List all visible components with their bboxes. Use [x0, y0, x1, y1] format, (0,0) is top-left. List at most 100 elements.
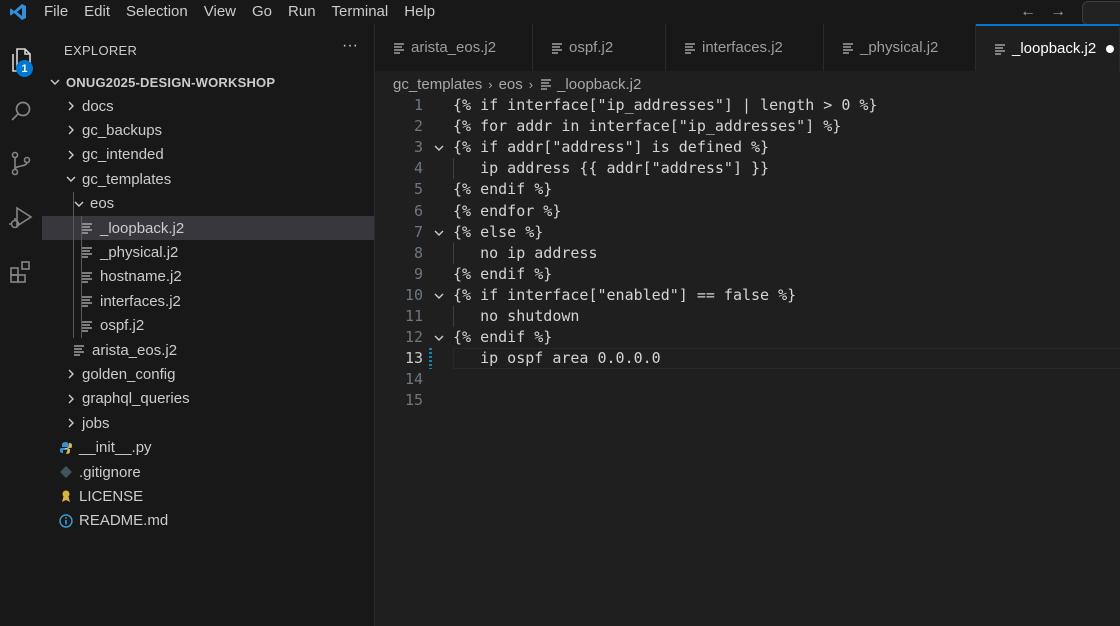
tree-item-label: hostname.j2: [100, 268, 182, 286]
menu-go[interactable]: Go: [244, 0, 280, 24]
tree-item-label: _loopback.j2: [100, 219, 185, 237]
tree-item-label: __init__.py: [79, 439, 152, 457]
file-icon: [80, 221, 94, 235]
breadcrumb-item[interactable]: eos: [499, 76, 523, 93]
tree-item-label: gc_templates: [82, 170, 172, 188]
menu-terminal[interactable]: Terminal: [324, 0, 397, 24]
tab--physical-j2[interactable]: _physical.j2: [824, 24, 976, 71]
line-number: 8: [413, 243, 423, 262]
tree-item-label: gc_backups: [82, 121, 163, 139]
menu-view[interactable]: View: [196, 0, 244, 24]
file-readme-md[interactable]: README.md: [42, 509, 374, 533]
search-icon[interactable]: [0, 92, 42, 132]
line-number: 5: [413, 180, 423, 199]
code-line[interactable]: 14: [375, 369, 1120, 390]
line-number: 13: [404, 349, 423, 368]
tree-item-label: jobs: [82, 414, 110, 432]
code-text: {% endfor %}: [453, 201, 562, 220]
workspace-root[interactable]: ONUG2025-DESIGN-WORKSHOP: [42, 70, 374, 94]
source-control-icon[interactable]: [0, 144, 42, 184]
fold-chevron-icon[interactable]: [433, 289, 445, 301]
tree-item-label: interfaces.j2: [100, 292, 181, 310]
code-line[interactable]: 1 {% if interface["ip_addresses"] | lengt…: [375, 95, 1120, 116]
code-text: ip address {{ addr["address"] }}: [453, 159, 770, 178]
fold-chevron-icon[interactable]: [433, 141, 445, 153]
code-line[interactable]: 11 no shutdown: [375, 306, 1120, 327]
chevron-down-icon: [48, 75, 62, 89]
license-icon: [59, 489, 73, 503]
title-bar: File Edit Selection View Go Run Terminal Help ←…: [0, 0, 1120, 25]
folder-gc-intended[interactable]: gc_intended: [42, 143, 374, 167]
editor-area: arista_eos.j2 ospf.j2 interfaces.j2 _physic…: [375, 24, 1120, 626]
info-icon: [59, 514, 73, 528]
code-line[interactable]: 12 {% endif %}: [375, 327, 1120, 348]
code-line[interactable]: 8 no ip address: [375, 243, 1120, 264]
menu-selection[interactable]: Selection: [118, 0, 196, 24]
file-arista-eos-j2[interactable]: arista_eos.j2: [42, 338, 374, 362]
fold-chevron-icon[interactable]: [433, 331, 445, 343]
code-text: {% endif %}: [453, 328, 553, 347]
folder-graphql-queries[interactable]: graphql_queries: [42, 387, 374, 411]
file-icon: [80, 270, 94, 284]
folder-docs[interactable]: docs: [42, 94, 374, 118]
tab-label: _loopback.j2: [1012, 40, 1097, 57]
folder-jobs[interactable]: jobs: [42, 411, 374, 435]
command-center[interactable]: [1082, 1, 1120, 25]
code-text: no shutdown: [453, 307, 580, 325]
file--physical-j2[interactable]: _physical.j2: [42, 240, 374, 264]
line-number: 14: [404, 370, 423, 389]
extensions-icon[interactable]: [0, 252, 42, 292]
code-line[interactable]: 4 ip address {{ addr["address"] }}: [375, 158, 1120, 179]
arrow-left-icon[interactable]: ←: [1018, 3, 1038, 21]
folder-golden-config[interactable]: golden_config: [42, 362, 374, 386]
tree-item-label: .gitignore: [79, 463, 141, 481]
line-number: 1: [413, 96, 423, 114]
line-number: 7: [413, 222, 423, 241]
file-hostname-j2[interactable]: hostname.j2: [42, 265, 374, 289]
code-line[interactable]: 2 {% for addr in interface["ip_addresses"…: [375, 116, 1120, 137]
indent-guide: [73, 192, 74, 338]
code-line[interactable]: 5 {% endif %}: [375, 179, 1120, 200]
code-line[interactable]: 9 {% endif %}: [375, 264, 1120, 285]
chevron-right-icon: [64, 123, 78, 137]
menu-help[interactable]: Help: [396, 0, 443, 24]
arrow-right-icon[interactable]: →: [1048, 3, 1068, 21]
vscode-logo-icon: [0, 0, 36, 24]
code-line[interactable]: 6 {% endfor %}: [375, 201, 1120, 222]
menu-file[interactable]: File: [36, 0, 76, 24]
code-line[interactable]: 15: [375, 390, 1120, 411]
file-interfaces-j2[interactable]: interfaces.j2: [42, 289, 374, 313]
folder-gc-backups[interactable]: gc_backups: [42, 118, 374, 142]
breadcrumb-item[interactable]: gc_templates: [393, 76, 482, 93]
breadcrumb-item[interactable]: _loopback.j2: [557, 76, 641, 93]
more-actions-button[interactable]: ···: [342, 37, 358, 55]
folder-gc-templates[interactable]: gc_templates: [42, 167, 374, 191]
chevron-down-icon: [64, 172, 78, 186]
file--loopback-j2[interactable]: _loopback.j2: [42, 216, 374, 240]
chevron-right-icon: [64, 367, 78, 381]
file--init-py[interactable]: __init__.py: [42, 436, 374, 460]
code-line[interactable]: 3 {% if addr["address"] is defined %}: [375, 137, 1120, 158]
menu-edit[interactable]: Edit: [76, 0, 118, 24]
menu-run[interactable]: Run: [280, 0, 324, 24]
code-line[interactable]: 10 {% if interface["enabled"] == false %}: [375, 285, 1120, 306]
file-icon: [539, 77, 553, 91]
file--gitignore[interactable]: .gitignore: [42, 460, 374, 484]
run-debug-icon[interactable]: [0, 198, 42, 238]
indent-guide: [81, 216, 82, 338]
code-line[interactable]: 7 {% else %}: [375, 222, 1120, 243]
navigation-controls: ← →: [1018, 0, 1068, 24]
code-line[interactable]: 13 ip ospf area 0.0.0.0: [375, 348, 1120, 369]
line-number: 4: [413, 159, 423, 178]
file-icon: [80, 245, 94, 259]
tab-ospf-j2[interactable]: ospf.j2: [533, 24, 666, 71]
file-ospf-j2[interactable]: ospf.j2: [42, 314, 374, 338]
tab-label: ospf.j2: [569, 39, 614, 56]
file-license[interactable]: LICENSE: [42, 484, 374, 508]
tab--loopback-j2[interactable]: _loopback.j2: [976, 24, 1120, 71]
fold-chevron-icon[interactable]: [433, 226, 445, 238]
unsaved-dot-icon[interactable]: [1106, 44, 1115, 53]
tab-arista-eos-j2[interactable]: arista_eos.j2: [375, 24, 533, 71]
tab-interfaces-j2[interactable]: interfaces.j2: [666, 24, 824, 71]
folder-eos[interactable]: eos: [42, 192, 374, 216]
